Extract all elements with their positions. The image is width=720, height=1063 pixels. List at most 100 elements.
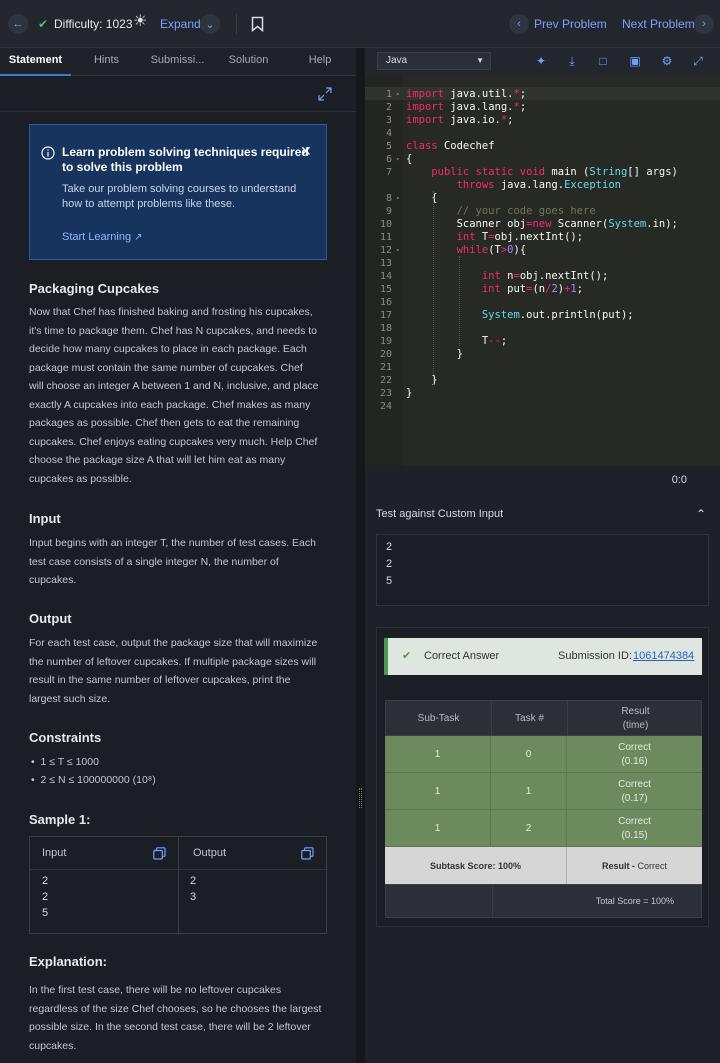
code-line[interactable]: while(T>0){ [406,244,527,257]
gear-icon[interactable]: ⚙ [659,53,675,69]
tab-statement[interactable]: Statement [0,48,71,76]
code-line[interactable]: { [406,153,412,166]
constraint-item: • 1 ≤ T ≤ 1000 [31,756,99,768]
header-result-label: Result [621,706,650,717]
custom-input-header[interactable]: Test against Custom Input ⌃ [365,500,720,528]
line-number: 12 [379,245,392,256]
save-icon[interactable]: ▣ [627,53,643,69]
line-number: 11 [379,232,392,243]
chevron-down-icon: ⌄ [205,18,215,31]
result-cell: Correct (0.15) [618,815,651,841]
drag-grip-icon [359,788,362,808]
check-icon: ✔ [402,650,412,662]
chevron-right-icon: › [702,18,706,30]
explanation-line: In the first test case, there will be no… [29,984,282,996]
code-line[interactable]: import java.io.*; [406,114,514,127]
output-description: For each test case, output the package s… [29,634,329,708]
code-line[interactable]: int n=obj.nextInt(); [406,270,608,283]
line-number: 24 [379,401,392,412]
header-time-label: (time) [622,720,649,731]
custom-input-line: 2 [386,541,393,553]
result-cell: Correct (0.17) [618,778,651,804]
output-line: For each test case, output the package s… [29,637,318,649]
input-line: Input begins with an integer T, the numb… [29,537,316,549]
code-line[interactable]: } [406,387,412,400]
input-description: Input begins with an integer T, the numb… [29,534,329,590]
line-number: 20 [379,349,392,360]
pane-resize-handle[interactable] [356,48,365,1063]
problem-statement: Now that Chef has finished baking and fr… [29,303,329,488]
comment-icon[interactable]: □ [595,53,611,69]
fold-toggle-icon[interactable]: ▾ [396,192,400,205]
back-button[interactable]: ← [8,14,28,34]
constraints-heading: Constraints [29,730,102,745]
code-line[interactable]: import java.lang.*; [406,101,526,114]
code-line[interactable]: import java.util.*; [406,88,526,101]
editor-pane: Java ▼ ✦ ⤓ □ ▣ ⚙ ⤢ 1 ▾ import java.util.*;… [365,48,720,1063]
next-problem-link[interactable]: Next Problem [622,15,695,33]
fullscreen-icon[interactable] [318,87,332,101]
sun-icon[interactable]: ☀ [133,13,147,31]
custom-input-textarea[interactable]: 2 2 5 [376,534,709,606]
code-line[interactable]: } [406,348,463,361]
line-number: 19 [379,336,392,347]
sample-heading: Sample 1: [29,812,91,827]
sample-output-line: 2 [190,875,197,887]
input-line: cupcakes. [29,574,77,586]
start-learning-link[interactable]: Start Learning ↗ [62,231,143,243]
editor-toolbar: Java ▼ ✦ ⤓ □ ▣ ⚙ ⤢ [365,48,720,76]
next-problem-chevron[interactable]: › [694,14,714,34]
line-number: 2 [385,102,392,113]
copy-input-icon[interactable] [153,847,166,860]
dropdown-caret-icon: ▼ [476,56,484,65]
total-score-divider [492,885,493,917]
close-icon[interactable]: ✕ [300,143,312,160]
tab-solution[interactable]: Solution [213,48,284,76]
result-cell: Correct (0.16) [618,741,651,767]
code-editor[interactable]: 1 ▾ import java.util.*; 2 import java.lang.*… [365,76,720,466]
tab-hints[interactable]: Hints [71,48,142,76]
code-line[interactable]: System.out.println(put); [406,309,634,322]
sample-divider [178,837,179,935]
callout-body: Take our problem solving courses to unde… [62,183,297,210]
copy-output-icon[interactable] [301,847,314,860]
code-line[interactable]: T--; [406,335,507,348]
code-line[interactable]: public static void main (String[] args) [406,166,678,179]
prev-problem-link[interactable]: Prev Problem [534,15,607,33]
submission-id-link[interactable]: 1061474384 [633,650,694,662]
language-select[interactable]: Java ▼ [377,52,491,70]
language-value: Java [386,55,408,66]
code-line[interactable]: Scanner obj=new Scanner(System.in); [406,218,678,231]
code-line[interactable]: // your code goes here [406,205,596,218]
line-number: 9 [385,206,392,217]
magic-wand-icon[interactable]: ✦ [533,53,549,69]
statement-line: Now that Chef has finished baking and fr… [29,306,313,318]
code-line[interactable]: class Codechef [406,140,495,153]
check-icon: ✔ [38,17,49,31]
code-line[interactable]: throws java.lang.Exception [406,179,621,192]
download-icon[interactable]: ⤓ [564,53,580,69]
expand-dropdown-button[interactable]: ⌄ [200,14,220,34]
problem-tabs: Statement Hints Submissi... Solution Hel… [0,48,356,76]
fullscreen-editor-icon[interactable]: ⤢ [690,53,706,69]
bookmark-icon[interactable] [251,16,264,32]
subtask-cell: 1 [385,810,491,847]
statement-line: exactly A cupcakes into each package. Ch… [29,398,311,411]
tab-help[interactable]: Help [284,48,356,76]
line-number: 3 [385,115,392,126]
prev-problem-chevron[interactable]: ‹ [509,14,529,34]
expand-label[interactable]: Expand [160,15,201,33]
line-number [365,179,392,192]
result-row: 1 1 Correct (0.17) [385,773,702,810]
fold-toggle-icon[interactable]: ▾ [396,153,400,166]
sample-output-label: Output [193,847,227,859]
chevron-up-icon[interactable]: ⌃ [696,500,706,528]
header-subtask: Sub-Task [386,701,492,737]
external-link-icon: ↗ [134,232,143,243]
explanation-line: cupcakes. [29,1039,77,1052]
line-number: 7 [385,167,392,178]
tab-submissions[interactable]: Submissi... [142,48,213,76]
fold-toggle-icon[interactable]: ▾ [396,244,400,257]
fold-toggle-icon[interactable]: ▾ [396,88,400,101]
learning-callout: Learn problem solving techniques require… [29,124,327,260]
